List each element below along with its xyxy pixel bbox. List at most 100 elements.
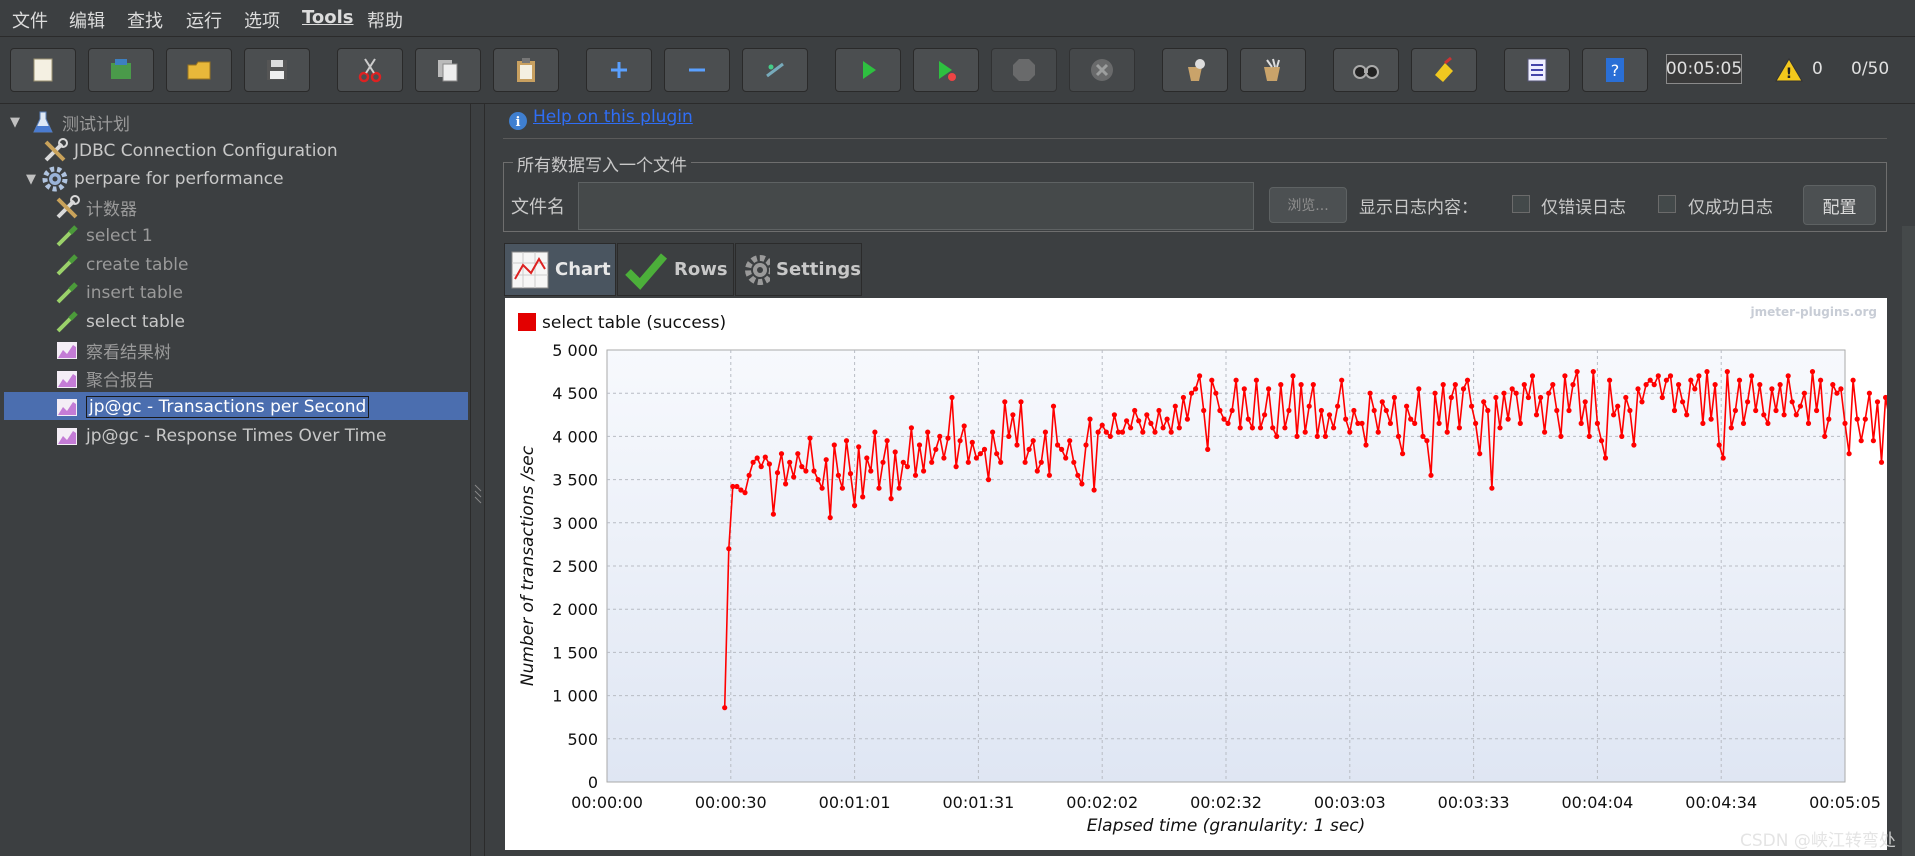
tab-rows[interactable]: Rows [617, 243, 734, 296]
data-point [1006, 433, 1012, 439]
tree-item[interactable]: JDBC Connection Configuration [42, 137, 338, 164]
help-link[interactable]: Help on this plugin [533, 107, 693, 127]
help-area: i Help on this plugin [503, 104, 1887, 139]
data-point [1180, 394, 1186, 401]
data-point [1412, 420, 1418, 426]
configure-button[interactable]: 配置 [1803, 185, 1876, 225]
expand-all-button[interactable] [586, 48, 652, 92]
menu-edit[interactable]: 编辑 [69, 7, 105, 33]
menu-run[interactable]: 运行 [186, 7, 222, 33]
menu-tools[interactable]: Tools [302, 7, 354, 28]
start-button[interactable] [835, 48, 901, 92]
tree-item[interactable]: jp@gc - Transactions per Second [54, 394, 370, 420]
data-point [1594, 420, 1600, 426]
data-point [1643, 382, 1649, 388]
errors-only-checkbox[interactable] [1512, 195, 1530, 213]
y-tick-label: 1 000 [552, 687, 598, 706]
open-button[interactable] [166, 48, 232, 92]
data-point [1611, 412, 1617, 418]
data-point [892, 449, 898, 455]
data-point [774, 470, 781, 476]
tree-item[interactable]: select table [54, 309, 185, 335]
wrench-icon [54, 194, 80, 221]
browse-button[interactable]: 浏览... [1269, 187, 1347, 223]
data-point [803, 468, 809, 474]
data-point [1562, 373, 1568, 379]
function-helper-button[interactable] [1504, 48, 1570, 92]
data-point [831, 442, 837, 448]
save-button[interactable] [244, 48, 310, 92]
tree-item-label: jp@gc - Transactions per Second [86, 396, 370, 418]
tree-expand-arrow-icon[interactable]: ▼ [26, 172, 36, 187]
x-tick-label: 00:03:03 [1314, 793, 1386, 812]
data-point [1550, 382, 1556, 388]
collapse-all-button[interactable] [664, 48, 730, 92]
data-point [1107, 433, 1113, 439]
data-point [1846, 451, 1852, 457]
clear-all-button[interactable] [1240, 48, 1306, 92]
search-icon [1353, 65, 1379, 79]
x-tick-label: 00:00:00 [571, 793, 643, 812]
data-point [1801, 390, 1807, 396]
tree-item[interactable]: 计数器 [54, 194, 137, 221]
menu-help[interactable]: 帮助 [367, 7, 403, 33]
paste-button[interactable] [493, 48, 559, 92]
menu-file[interactable]: 文件 [12, 7, 48, 33]
thread-count: 0/50 [1851, 59, 1890, 79]
copy-button[interactable] [415, 48, 481, 92]
tab-chart[interactable]: Chart [504, 243, 616, 296]
data-point [933, 446, 939, 452]
warning-icon[interactable]: ! [1775, 57, 1803, 83]
data-point [981, 446, 988, 452]
data-point [1322, 433, 1328, 439]
data-point [1574, 369, 1580, 375]
data-point [1712, 382, 1718, 388]
data-point [1749, 373, 1755, 379]
reset-search-button[interactable] [1411, 48, 1477, 92]
tab-settings[interactable]: Settings [735, 243, 862, 296]
start-no-pauses-button[interactable] [913, 48, 979, 92]
data-point [1671, 407, 1678, 414]
search-button[interactable] [1333, 48, 1399, 92]
data-point [1566, 407, 1572, 414]
templates-button[interactable] [88, 48, 154, 92]
data-point [1282, 425, 1288, 431]
data-point [1448, 394, 1454, 401]
toggle-button[interactable] [742, 48, 808, 92]
data-point [1103, 429, 1109, 435]
tree-item[interactable]: jp@gc - Response Times Over Time [54, 423, 386, 449]
data-point [1684, 412, 1690, 418]
filename-input[interactable] [578, 182, 1254, 230]
tree-item[interactable]: ▼ perpare for performance [26, 166, 284, 192]
data-point [1274, 433, 1280, 439]
data-point [1253, 377, 1259, 383]
svg-text:i: i [516, 115, 521, 130]
help-button[interactable]: ? [1582, 48, 1648, 92]
data-point [1387, 420, 1393, 426]
clear-button[interactable] [1162, 48, 1228, 92]
menu-options[interactable]: 选项 [244, 7, 280, 33]
menu-search[interactable]: 查找 [127, 7, 163, 33]
data-point [1789, 399, 1795, 405]
cut-button[interactable] [337, 48, 403, 92]
vertical-scrollbar[interactable] [1902, 226, 1915, 856]
tree-item[interactable]: create table [54, 252, 188, 278]
new-button[interactable] [10, 48, 76, 92]
data-point [847, 471, 854, 477]
stop-button[interactable] [991, 48, 1057, 92]
data-point [876, 485, 882, 491]
tree-item-label: select table [86, 311, 185, 332]
tree-expand-arrow-icon[interactable]: ▼ [10, 115, 20, 130]
data-point [778, 451, 785, 457]
pipette-icon [54, 309, 80, 335]
tree-item[interactable]: insert table [54, 280, 183, 306]
data-point [1570, 382, 1576, 388]
tree-item[interactable]: select 1 [54, 223, 153, 249]
data-point [937, 433, 943, 439]
split-pane-divider[interactable] [470, 104, 485, 856]
tree-item[interactable]: 聚合报告 [54, 366, 154, 392]
tree-item[interactable]: 察看结果树 [54, 337, 171, 363]
shutdown-button[interactable] [1069, 48, 1135, 92]
success-only-checkbox[interactable] [1658, 195, 1676, 213]
tree-item[interactable]: ▼ 测试计划 [10, 109, 130, 135]
